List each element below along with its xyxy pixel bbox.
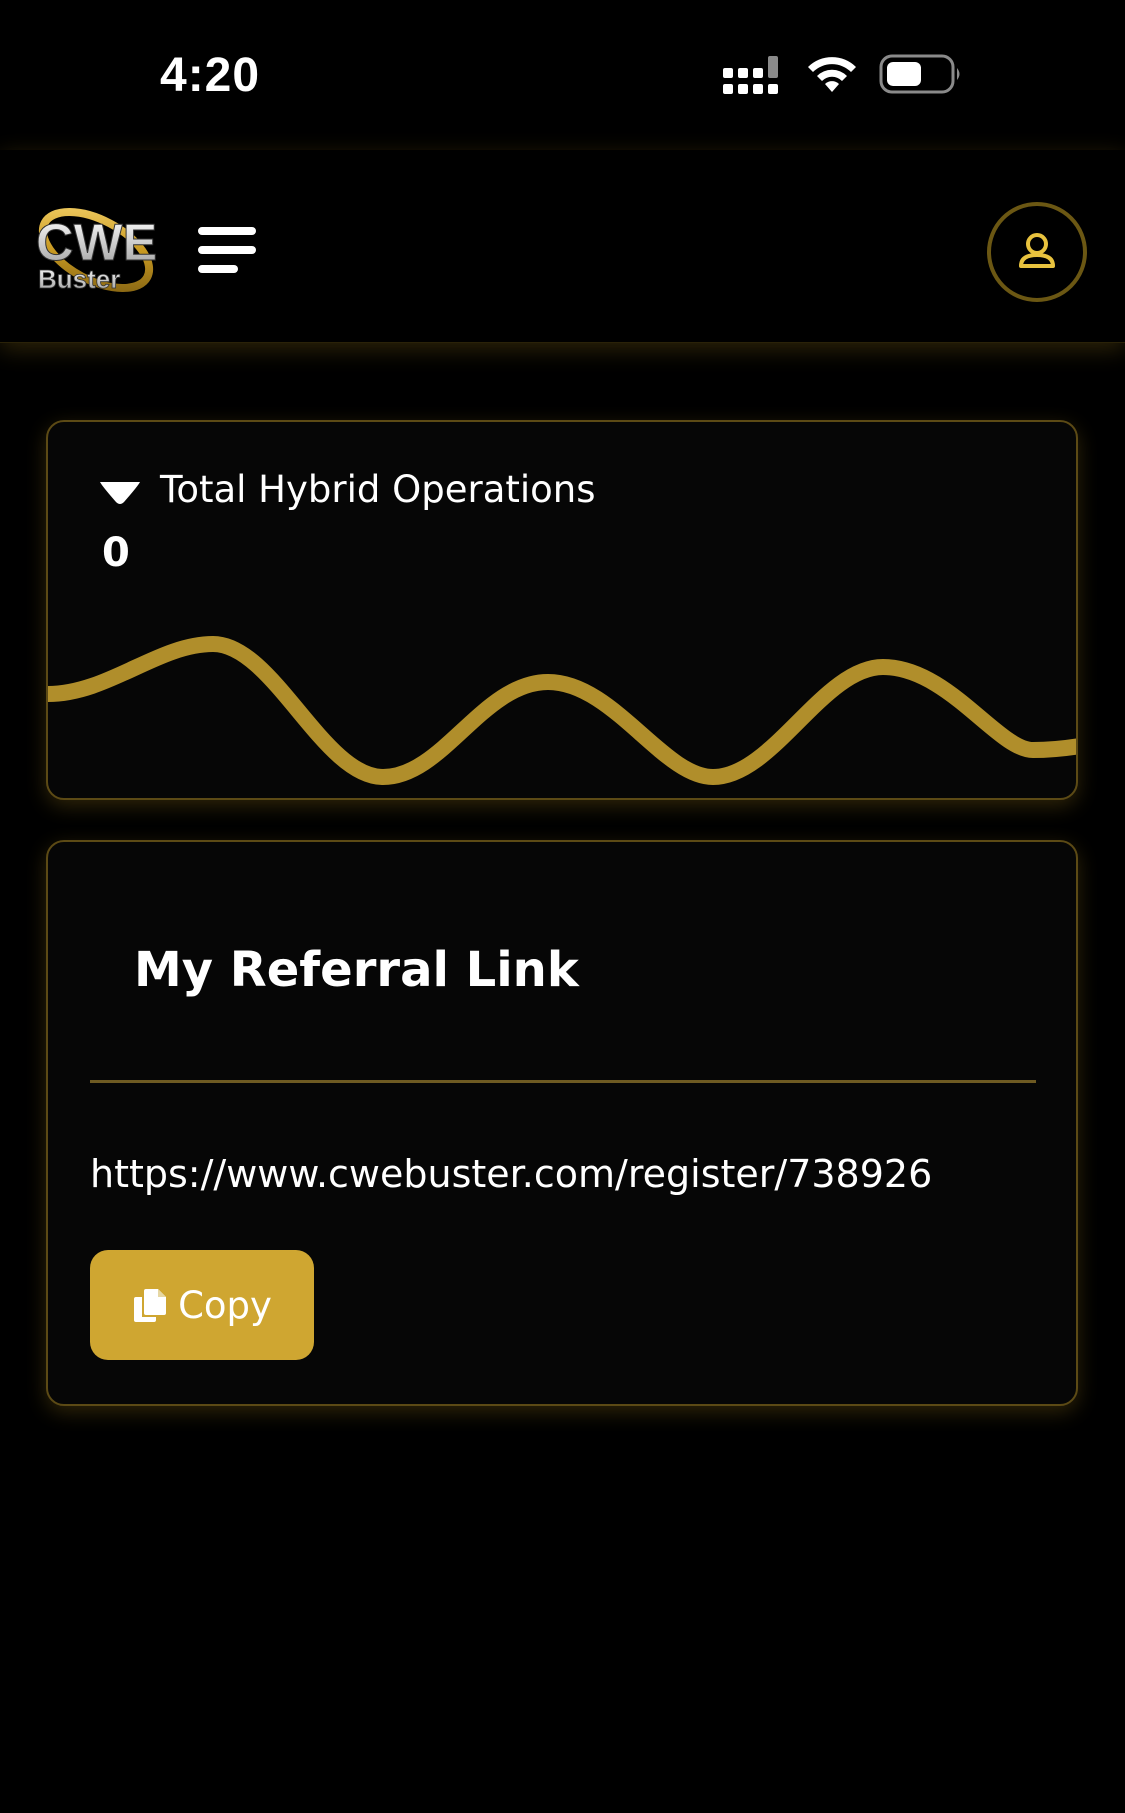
wave-graphic [48, 635, 1076, 786]
copy-icon [134, 1289, 167, 1322]
hybrid-operations-card: Total Hybrid Operations 0 [46, 420, 1078, 800]
divider [90, 1080, 1036, 1083]
wifi-icon [805, 52, 859, 100]
referral-title: My Referral Link [134, 942, 579, 998]
hamburger-menu-icon [198, 227, 256, 273]
signal-icon [723, 52, 785, 100]
battery-icon [879, 52, 963, 100]
referral-card: My Referral Link https://www.cwebuster.c… [46, 840, 1078, 1406]
user-icon [1019, 233, 1055, 268]
app-header: CWE Buster [0, 150, 1125, 343]
status-bar: 4:20 [0, 0, 1125, 140]
referral-link-text[interactable]: https://www.cwebuster.com/register/73892… [90, 1152, 932, 1196]
caret-down-icon[interactable] [98, 478, 142, 512]
status-time: 4:20 [160, 49, 261, 102]
copy-button-label: Copy [178, 1283, 272, 1327]
profile-button[interactable] [987, 202, 1087, 302]
logo[interactable]: CWE Buster [34, 192, 174, 302]
hybrid-operations-value: 0 [102, 530, 130, 576]
copy-button[interactable]: Copy [90, 1250, 314, 1360]
svg-text:Buster: Buster [38, 264, 120, 294]
hybrid-operations-title: Total Hybrid Operations [160, 468, 596, 511]
menu-button[interactable] [196, 224, 260, 276]
